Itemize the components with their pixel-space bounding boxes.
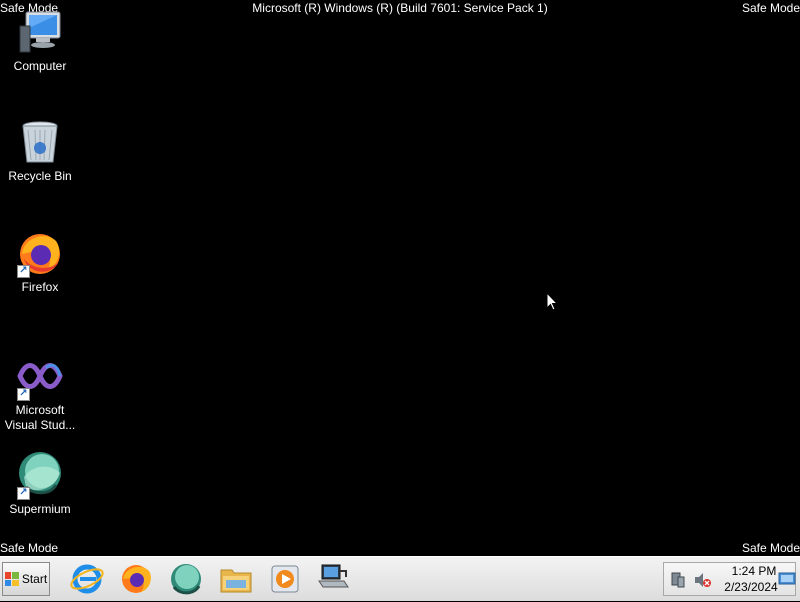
- taskbar-supermium[interactable]: [168, 561, 204, 597]
- safe-mode-label-bottom-left: Safe Mode: [0, 541, 59, 555]
- desktop-icon-label: Computer: [13, 59, 67, 73]
- file-explorer-icon: [220, 569, 252, 593]
- volume-muted-icon[interactable]: [694, 572, 712, 588]
- show-desktop-button[interactable]: [778, 571, 796, 592]
- start-label: Start: [21, 572, 48, 586]
- action-center-icon[interactable]: [670, 572, 686, 588]
- mouse-cursor-icon: [546, 291, 559, 317]
- start-button[interactable]: Start: [2, 562, 50, 596]
- taskbar: Start 1:24 PM 2/23/2024: [0, 556, 800, 601]
- firefox-icon: [122, 565, 151, 593]
- desktop-icon-label: Firefox: [21, 280, 59, 294]
- visual-studio-icon: ↗: [16, 352, 64, 401]
- show-desktop-icon: [778, 572, 796, 585]
- taskbar-file-explorer[interactable]: [218, 561, 254, 597]
- taskbar-media-player[interactable]: [267, 561, 303, 597]
- remote-desktop-icon: [318, 564, 349, 588]
- desktop-icon-computer[interactable]: Computer: [0, 8, 80, 74]
- shortcut-arrow-icon: ↗: [17, 388, 30, 401]
- desktop-icon-visual-studio[interactable]: ↗ Microsoft Visual Stud...: [0, 352, 80, 433]
- internet-explorer-icon: [70, 564, 104, 594]
- supermium-icon: ↗: [16, 451, 64, 500]
- windows-logo-icon: [4, 572, 19, 586]
- media-player-icon: [271, 565, 299, 593]
- windows-build-label: Microsoft (R) Windows (R) (Build 7601: S…: [252, 1, 548, 15]
- desktop-icon-supermium[interactable]: ↗ Supermium: [0, 451, 80, 517]
- desktop-icon-label: Supermium: [9, 502, 71, 516]
- desktop-icon-recycle-bin[interactable]: Recycle Bin: [0, 118, 80, 184]
- computer-icon: [16, 8, 64, 56]
- clock-date[interactable]: 2/23/2024: [718, 580, 784, 594]
- taskbar-internet-explorer[interactable]: [69, 561, 105, 597]
- shortcut-arrow-icon: ↗: [17, 487, 30, 500]
- taskbar-firefox[interactable]: [118, 561, 154, 597]
- firefox-icon: ↗: [16, 229, 64, 278]
- clock-time[interactable]: 1:24 PM: [724, 564, 784, 578]
- supermium-icon: [171, 564, 201, 595]
- shortcut-arrow-icon: ↗: [17, 265, 30, 278]
- desktop-icon-label: Microsoft Visual Stud...: [4, 403, 76, 432]
- system-tray: 1:24 PM 2/23/2024: [663, 562, 796, 596]
- taskbar-remote-desktop[interactable]: [316, 561, 352, 597]
- recycle-bin-icon: [16, 118, 64, 166]
- desktop-icon-firefox[interactable]: ↗ Firefox: [0, 229, 80, 295]
- safe-mode-label-bottom-right: Safe Mode: [741, 541, 800, 555]
- desktop-icon-label: Recycle Bin: [8, 169, 72, 183]
